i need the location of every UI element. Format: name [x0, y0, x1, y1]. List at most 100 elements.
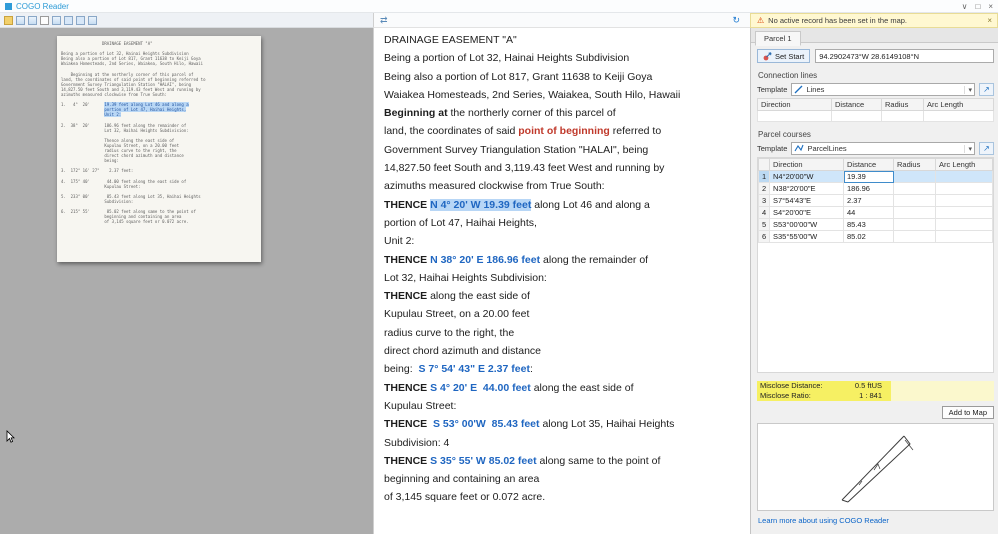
table-cell[interactable]: N4°20'00"W — [769, 170, 844, 183]
table-cell[interactable] — [935, 230, 993, 243]
table-cell[interactable] — [935, 206, 993, 219]
pick-course-line-button[interactable]: ↗ — [979, 142, 994, 155]
save-icon[interactable] — [76, 15, 85, 25]
text-line: Government Survey Triangulation Station … — [384, 141, 742, 159]
text-line: THENCE N 4° 20' W 19.39 feet along Lot 4… — [384, 196, 742, 214]
import-table-icon[interactable] — [16, 15, 25, 25]
text-line: portion of Lot 47, Haihai Heights, — [384, 214, 742, 232]
start-coordinates-field[interactable]: 94.2902473°W 28.6149108°N — [815, 49, 994, 63]
transcript-pane[interactable]: DRAINAGE EASEMENT "A" Being a portion of … — [373, 28, 750, 534]
close-icon[interactable]: × — [988, 2, 993, 11]
layout-icon[interactable] — [88, 15, 97, 25]
table-header-row: Direction Distance Radius Arc Length — [758, 158, 993, 171]
text-segment: Unit 2: — [384, 235, 415, 248]
table-cell[interactable]: S4°20'00"E — [769, 206, 844, 219]
chevron-down-icon[interactable]: ▾ — [964, 144, 972, 153]
connection-template-combo[interactable]: Lines ▾ — [791, 83, 975, 96]
table-row[interactable]: 2 N38°20'00"E 186.96 — [758, 182, 993, 195]
row-number[interactable]: 2 — [758, 182, 770, 195]
row-number[interactable]: 6 — [758, 230, 770, 243]
courses-table-area[interactable]: Direction Distance Radius Arc Length 1 N4°20'… — [757, 157, 994, 373]
collapse-icon[interactable]: ∨ — [962, 2, 968, 11]
text-segment: : — [529, 363, 533, 376]
column-header[interactable]: Direction — [769, 158, 844, 171]
table-cell[interactable]: 44 — [843, 206, 894, 219]
table-cell[interactable]: S35°55'00"W — [769, 230, 844, 243]
text-segment: THENCE — [384, 198, 431, 211]
table-cell[interactable] — [893, 230, 936, 243]
scan-viewer[interactable]: DRAINAGE EASEMENT "A" Being a portion of… — [0, 28, 373, 534]
row-number[interactable]: 4 — [758, 206, 770, 219]
add-to-map-button[interactable]: Add to Map — [941, 406, 994, 419]
column-header[interactable]: Direction — [757, 98, 832, 111]
sync-icon[interactable]: ⇄ — [380, 15, 388, 26]
table-cell[interactable] — [935, 194, 993, 207]
text-line: Kupulau Street: — [384, 397, 742, 415]
table-cell[interactable] — [893, 170, 936, 183]
tab-parcel-1[interactable]: Parcel 1 — [755, 31, 801, 46]
text-segment: Unit 2: — [104, 112, 122, 118]
table-row[interactable]: 4 S4°20'00"E 44 — [758, 206, 993, 219]
connection-template-label: Template — [757, 85, 788, 94]
table-cell[interactable]: 2.37 — [843, 194, 894, 207]
refresh-icon[interactable]: ↻ — [732, 15, 740, 26]
parcel-courses-table: Direction Distance Radius Arc Length 1 N4°20'… — [758, 158, 993, 243]
table-cell[interactable]: 19.39 — [843, 170, 894, 183]
table-row[interactable]: 3 S7°54'43"E 2.37 — [758, 194, 993, 207]
table-cell[interactable] — [893, 206, 936, 219]
courses-template-combo[interactable]: ParcelLines ▾ — [791, 142, 975, 155]
table-cell[interactable] — [935, 170, 993, 183]
row-number[interactable]: 1 — [758, 170, 770, 183]
set-start-button[interactable]: Set Start — [757, 49, 811, 63]
export-table-icon[interactable] — [28, 15, 37, 25]
misclose-ratio-row: Misclose Ratio: 1 : 841 — [757, 391, 891, 401]
mail-icon[interactable] — [40, 15, 49, 25]
table-cell[interactable] — [935, 182, 993, 195]
table-cell[interactable] — [893, 194, 936, 207]
table-cell[interactable] — [935, 218, 993, 231]
table-cell[interactable] — [757, 110, 832, 122]
row-number[interactable]: 3 — [758, 194, 770, 207]
chevron-down-icon[interactable]: ▾ — [964, 85, 972, 94]
column-header[interactable]: Distance — [831, 98, 882, 111]
misclose-distance-row: Misclose Distance: 0.5 ftUS — [757, 381, 891, 391]
misclose-summary: Misclose Distance: 0.5 ftUS Misclose Rat… — [757, 381, 994, 401]
table-cell[interactable]: N38°20'00"E — [769, 182, 844, 195]
column-header[interactable]: Distance — [843, 158, 894, 171]
table-icon[interactable] — [52, 15, 61, 25]
column-header[interactable]: Arc Length — [923, 98, 994, 111]
column-header[interactable]: Radius — [881, 98, 924, 111]
text-segment: Waiakea Homesteads, 2nd Series, Waiakea,… — [61, 61, 204, 67]
add-table-icon[interactable] — [64, 15, 73, 25]
table-cell[interactable] — [831, 110, 882, 122]
row-number[interactable]: 5 — [758, 218, 770, 231]
restore-icon[interactable]: □ — [975, 2, 980, 11]
title-bar: COGO Reader ∨ □ × — [0, 0, 998, 13]
table-cell[interactable]: 186.96 — [843, 182, 894, 195]
text-segment: being: — [61, 158, 119, 164]
table-cell[interactable] — [893, 218, 936, 231]
table-row[interactable] — [757, 110, 994, 122]
table-row[interactable]: 5 S53°00'00"W 85.43 — [758, 218, 993, 231]
text-line: Waiakea Homesteads, 2nd Series, Waiakea,… — [384, 86, 742, 104]
column-header[interactable]: Radius — [893, 158, 936, 171]
text-segment: portion of Lot 47, Haihai Heights, — [384, 216, 537, 229]
learn-more-link[interactable]: Learn more about using COGO Reader — [758, 516, 994, 525]
table-cell[interactable]: 85.02 — [843, 230, 894, 243]
column-header[interactable]: Arc Length — [935, 158, 993, 171]
warning-close-icon[interactable]: × — [987, 16, 992, 25]
table-cell[interactable] — [923, 110, 994, 122]
table-cell[interactable] — [893, 182, 936, 195]
scanned-document[interactable]: DRAINAGE EASEMENT "A" Being a portion of… — [57, 36, 261, 262]
table-row[interactable]: 1 N4°20'00"W 19.39 — [758, 170, 993, 183]
table-cell[interactable] — [881, 110, 924, 122]
table-cell[interactable]: 85.43 — [843, 218, 894, 231]
table-cell[interactable]: S53°00'00"W — [769, 218, 844, 231]
text-segment: Kupulau Street, on a 20.00 feet — [384, 308, 530, 321]
text-segment: along Lot 35, Haihai Heights — [539, 418, 675, 431]
pick-connection-line-button[interactable]: ↗ — [979, 83, 994, 96]
parcel-preview[interactable] — [757, 423, 994, 511]
open-folder-icon[interactable] — [4, 15, 13, 25]
table-row[interactable]: 6 S35°55'00"W 85.02 — [758, 230, 993, 243]
table-cell[interactable]: S7°54'43"E — [769, 194, 844, 207]
